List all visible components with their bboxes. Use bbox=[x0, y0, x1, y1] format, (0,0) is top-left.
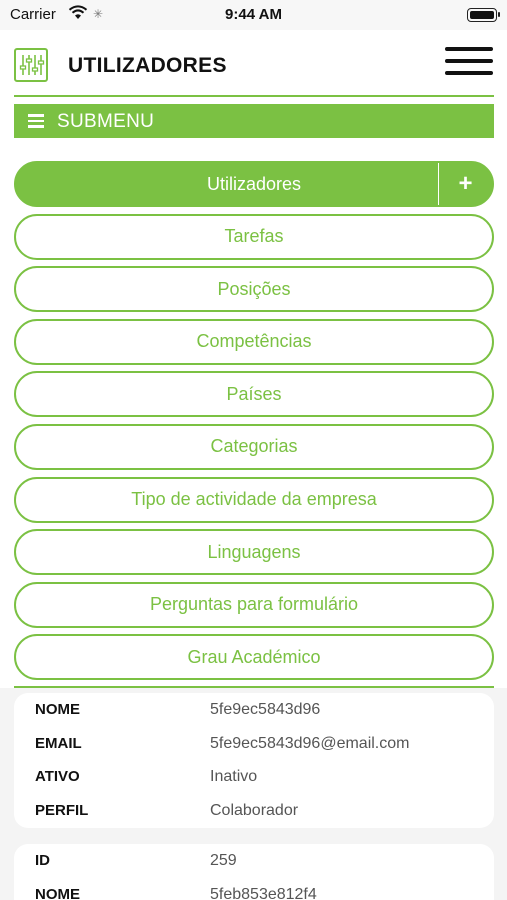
field-label: EMAIL bbox=[35, 734, 82, 752]
sliders-icon[interactable] bbox=[14, 48, 48, 82]
menu-item-categorias[interactable]: Categorias bbox=[14, 423, 494, 470]
records-list: NOME 5fe9ec5843d96 EMAIL 5fe9ec5843d96@e… bbox=[0, 688, 507, 900]
menu-item-utilizadores[interactable]: Utilizadores + bbox=[14, 161, 494, 207]
field-value: Inativo bbox=[210, 768, 258, 786]
field-value: 259 bbox=[210, 852, 237, 869]
list-icon bbox=[28, 114, 44, 128]
menu-item-label: Categorias bbox=[210, 436, 298, 457]
plus-icon: + bbox=[458, 170, 473, 197]
record-row-ativo: ATIVO Inativo bbox=[14, 760, 494, 794]
header-divider bbox=[14, 95, 494, 97]
menu-item-label: Tarefas bbox=[224, 226, 284, 247]
record-row-nome: NOME 5feb853e812f4 bbox=[14, 878, 494, 900]
menu-item-posicoes[interactable]: Posições bbox=[14, 266, 494, 313]
menu-item-label: Tipo de actividade da empresa bbox=[131, 489, 377, 510]
record-row-perfil: PERFIL Colaborador bbox=[14, 794, 494, 828]
field-value: 5feb853e812f4 bbox=[210, 885, 317, 900]
field-label: ATIVO bbox=[35, 768, 80, 786]
user-record-card[interactable]: ID 259 NOME 5feb853e812f4 bbox=[14, 844, 494, 900]
field-label: PERFIL bbox=[35, 802, 89, 820]
menu-item-label: Competências bbox=[196, 331, 312, 352]
menu-item-paises[interactable]: Países bbox=[14, 371, 494, 418]
submenu-list: Utilizadores + Tarefas Posições Competên… bbox=[14, 161, 494, 687]
field-label: ID bbox=[35, 852, 50, 869]
menu-item-perguntas[interactable]: Perguntas para formulário bbox=[14, 581, 494, 628]
menu-item-tipo-actividade[interactable]: Tipo de actividade da empresa bbox=[14, 476, 494, 523]
battery-icon bbox=[467, 8, 500, 22]
hamburger-icon[interactable] bbox=[445, 47, 493, 75]
field-label: NOME bbox=[35, 885, 80, 900]
menu-item-label: Países bbox=[226, 383, 282, 404]
menu-item-linguagens[interactable]: Linguagens bbox=[14, 529, 494, 576]
menu-item-tarefas[interactable]: Tarefas bbox=[14, 213, 494, 260]
record-row-email: EMAIL 5fe9ec5843d96@email.com bbox=[14, 727, 494, 761]
menu-item-grau-academico[interactable]: Grau Académico bbox=[14, 634, 494, 681]
menu-item-label: Linguagens bbox=[207, 541, 301, 562]
menu-item-label: Grau Académico bbox=[187, 646, 321, 667]
status-time: 9:44 AM bbox=[225, 6, 282, 23]
submenu-toggle[interactable]: SUBMENU bbox=[14, 104, 494, 138]
field-value: Colaborador bbox=[210, 802, 299, 820]
field-value: 5fe9ec5843d96 bbox=[210, 701, 321, 718]
menu-item-label: Posições bbox=[217, 278, 291, 299]
add-user-button[interactable]: + bbox=[438, 163, 492, 205]
app-header: UTILIZADORES bbox=[0, 30, 507, 96]
menu-item-label: Utilizadores bbox=[206, 173, 302, 194]
status-bar: Carrier ✳ 9:44 AM bbox=[0, 0, 507, 30]
submenu-label: SUBMENU bbox=[57, 111, 155, 132]
user-record-card[interactable]: NOME 5fe9ec5843d96 EMAIL 5fe9ec5843d96@e… bbox=[14, 693, 494, 828]
record-row-nome: NOME 5fe9ec5843d96 bbox=[14, 693, 494, 727]
menu-item-label: Perguntas para formulário bbox=[149, 594, 359, 615]
page-title: UTILIZADORES bbox=[68, 54, 227, 77]
field-label: NOME bbox=[35, 701, 80, 718]
menu-item-competencias[interactable]: Competências bbox=[14, 318, 494, 365]
field-value: 5fe9ec5843d96@email.com bbox=[210, 734, 410, 752]
record-row-id: ID 259 bbox=[14, 844, 494, 878]
